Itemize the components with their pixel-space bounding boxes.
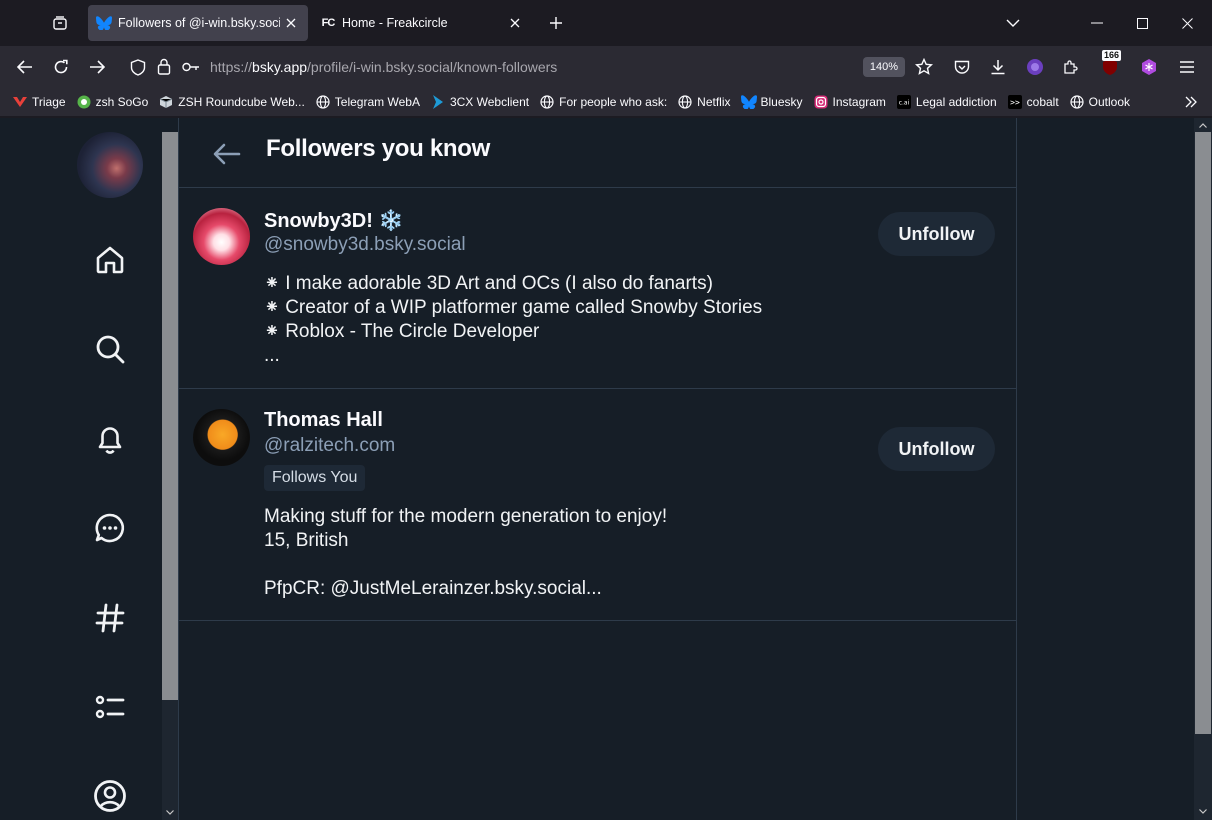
freakcircle-fc-icon: FC <box>321 17 336 29</box>
extensions-puzzle-icon[interactable] <box>1059 55 1083 79</box>
bookmarks-toolbar: Triage zsh SoGo ZSH Roundcube Web... Tel… <box>0 88 1212 116</box>
bluesky-butterfly-icon <box>740 94 757 110</box>
bookmark-telegram[interactable]: Telegram WebA <box>311 90 426 114</box>
svg-text:c.ai: c.ai <box>899 100 910 107</box>
reload-icon[interactable] <box>49 55 73 79</box>
display-name[interactable]: Thomas Hall <box>264 409 383 432</box>
avatar[interactable] <box>77 132 143 198</box>
svg-text:>>: >> <box>1010 98 1020 107</box>
close-window-icon[interactable] <box>1172 8 1202 38</box>
scroll-up-arrow-icon[interactable] <box>1195 118 1211 132</box>
bookmark-bluesky[interactable]: Bluesky <box>737 90 809 114</box>
user-handle[interactable]: @ralzitech.com <box>264 435 395 457</box>
user-handle[interactable]: @snowby3d.bsky.social <box>264 234 466 256</box>
download-icon[interactable] <box>986 55 1010 79</box>
forward-arrow-icon[interactable] <box>85 55 109 79</box>
search-icon[interactable] <box>90 329 130 369</box>
scroll-down-arrow-icon[interactable] <box>162 805 178 819</box>
browser-chrome: Followers of @i-win.bsky.social FC Home … <box>0 0 1212 118</box>
close-tab-icon[interactable] <box>504 12 526 34</box>
display-name[interactable]: Snowby3D! ❄️ <box>264 208 403 233</box>
unfollow-button[interactable]: Unfollow <box>878 427 995 471</box>
tab-overview-icon[interactable] <box>49 12 71 34</box>
tab-bar: Followers of @i-win.bsky.social FC Home … <box>0 0 1212 46</box>
bookmark-netflix[interactable]: Netflix <box>673 90 736 114</box>
globe-icon <box>677 94 693 110</box>
main-column: Followers you know Snowby3D! ❄️ @snowby3… <box>178 118 1017 820</box>
shield-icon[interactable] <box>130 59 146 81</box>
navigation-toolbar: https://bsky.app/profile/i-win.bsky.soci… <box>0 46 1212 88</box>
instagram-icon <box>813 94 829 110</box>
new-tab-icon[interactable] <box>545 12 567 34</box>
hexagon-extension-icon[interactable] <box>1137 55 1161 79</box>
avatar[interactable] <box>193 208 250 265</box>
key-permissions-icon[interactable] <box>182 60 200 78</box>
url-text[interactable]: https://bsky.app/profile/i-win.bsky.soci… <box>210 59 557 75</box>
page-scrollbar[interactable] <box>1194 118 1212 820</box>
bookmark-cobalt[interactable]: >> cobalt <box>1003 90 1065 114</box>
page-header: Followers you know <box>179 118 1017 188</box>
url-bar[interactable]: https://bsky.app/profile/i-win.bsky.soci… <box>120 51 934 83</box>
chevron-down-icon[interactable] <box>1002 12 1024 34</box>
3cx-icon <box>430 94 446 110</box>
bookmark-roundcube[interactable]: ZSH Roundcube Web... <box>154 90 311 114</box>
bookmark-for-people[interactable]: For people who ask: <box>535 90 673 114</box>
back-arrow-icon[interactable] <box>13 55 37 79</box>
chevron-double-right-icon[interactable] <box>1180 91 1202 113</box>
cobalt-icon: >> <box>1007 94 1023 110</box>
home-icon[interactable] <box>90 240 130 280</box>
tab-freakcircle[interactable]: FC Home - Freakcircle <box>312 5 532 41</box>
extension-badge-count: 166 <box>1102 50 1122 61</box>
tab-title: Followers of @i-win.bsky.social <box>118 16 280 30</box>
scroll-down-arrow-icon[interactable] <box>1195 804 1211 818</box>
profile-bio: ⁕ I make adorable 3D Art and OCs (I also… <box>264 273 763 366</box>
unfollow-button[interactable]: Unfollow <box>878 212 995 256</box>
roundcube-icon <box>158 94 174 110</box>
triage-icon <box>12 94 28 110</box>
profile-bio: Making stuff for the modern generation t… <box>264 506 668 599</box>
minimize-icon[interactable] <box>1082 8 1112 38</box>
left-sidebar <box>0 118 162 820</box>
star-bookmark-icon[interactable] <box>914 57 934 81</box>
avatar[interactable] <box>193 409 250 466</box>
lists-icon[interactable] <box>90 687 130 727</box>
hamburger-menu-icon[interactable] <box>1175 55 1199 79</box>
scrollbar-thumb[interactable] <box>1195 132 1211 734</box>
scrollbar-thumb[interactable] <box>162 132 178 700</box>
bookmark-legal-addiction[interactable]: c.ai Legal addiction <box>892 90 1003 114</box>
profile-icon[interactable] <box>90 776 130 816</box>
globe-icon <box>315 94 331 110</box>
lock-icon[interactable] <box>157 58 171 80</box>
page-title: Followers you know <box>266 135 490 162</box>
left-scrollbar[interactable] <box>162 132 178 820</box>
bookmark-instagram[interactable]: Instagram <box>809 90 892 114</box>
list-item[interactable]: Thomas Hall @ralzitech.com Follows You U… <box>179 389 1017 621</box>
globe-icon <box>539 94 555 110</box>
tab-followers[interactable]: Followers of @i-win.bsky.social <box>88 5 308 41</box>
pocket-icon[interactable] <box>950 55 974 79</box>
cai-icon: c.ai <box>896 94 912 110</box>
bookmark-triage[interactable]: Triage <box>8 90 72 114</box>
follows-you-badge: Follows You <box>264 465 366 491</box>
bookmark-zsh-sogo[interactable]: zsh SoGo <box>72 90 155 114</box>
profile-extension-icon[interactable] <box>1023 55 1047 79</box>
back-arrow-icon[interactable] <box>209 136 245 172</box>
sogo-icon <box>76 94 92 110</box>
close-tab-icon[interactable] <box>280 12 302 34</box>
bluesky-butterfly-icon <box>96 15 112 31</box>
hashtag-icon[interactable] <box>90 598 130 638</box>
list-item[interactable]: Snowby3D! ❄️ @snowby3d.bsky.social Unfol… <box>179 188 1017 389</box>
chat-icon[interactable] <box>90 508 130 548</box>
bell-icon[interactable] <box>90 419 130 459</box>
bluesky-page: Followers you know Snowby3D! ❄️ @snowby3… <box>0 118 1212 820</box>
zoom-level[interactable]: 140% <box>863 57 905 77</box>
globe-icon <box>1069 94 1085 110</box>
maximize-icon[interactable] <box>1127 8 1157 38</box>
bookmark-outlook[interactable]: Outlook <box>1065 90 1136 114</box>
tab-title: Home - Freakcircle <box>342 16 448 30</box>
bookmark-3cx[interactable]: 3CX Webclient <box>426 90 535 114</box>
